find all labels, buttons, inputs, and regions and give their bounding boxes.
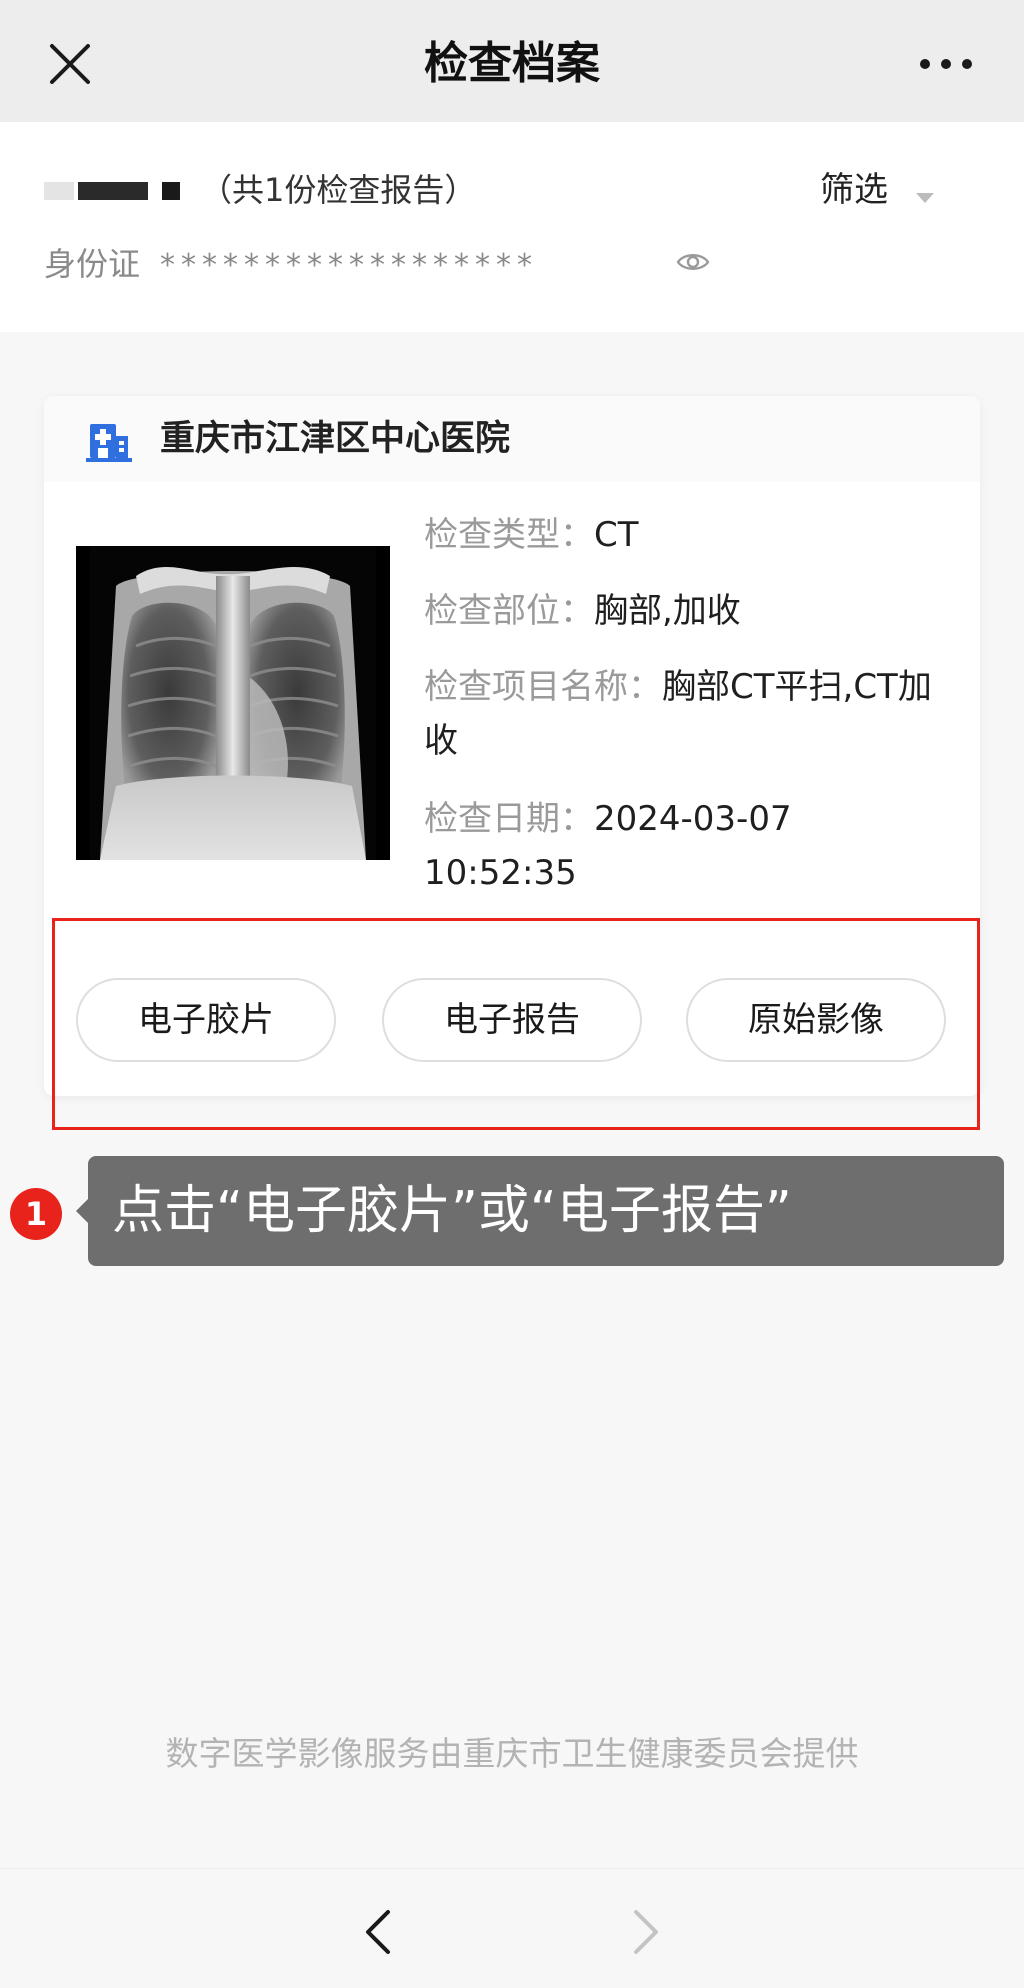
eye-icon[interactable]	[676, 248, 710, 276]
hospital-name: 重庆市江津区中心医院	[160, 419, 511, 459]
electronic-film-button[interactable]: 电子胶片	[76, 978, 336, 1062]
patient-info-panel	[0, 122, 1024, 332]
exam-date-row: 检查日期：2024-03-07 10:52:35	[424, 792, 954, 900]
card-header: 重庆市江津区中心医院	[44, 396, 980, 482]
page-title: 检查档案	[424, 38, 600, 89]
instruction-text: 点击“电子胶片”或“电子报告”	[112, 1181, 792, 1241]
id-label: 身份证	[44, 245, 141, 283]
chevron-down-icon[interactable]	[916, 193, 934, 203]
exam-type-value: CT	[594, 515, 639, 555]
exam-part-label: 检查部位：	[424, 591, 594, 631]
instruction-tooltip: 点击“电子胶片”或“电子报告”	[76, 1156, 1004, 1266]
original-image-button[interactable]: 原始影像	[686, 978, 946, 1062]
step-badge: 1	[10, 1188, 62, 1240]
exam-type-label: 检查类型：	[424, 515, 594, 555]
exam-item-label: 检查项目名称：	[424, 667, 662, 707]
provider-note: 数字医学影像服务由重庆市卫生健康委员会提供	[165, 1734, 859, 1773]
forward-button[interactable]	[628, 1906, 664, 1958]
patient-name-redacted	[44, 180, 184, 202]
filter-button[interactable]: 筛选	[820, 168, 888, 212]
electronic-report-button[interactable]: 电子报告	[382, 978, 642, 1062]
chevron-left-icon	[366, 1910, 390, 1954]
chevron-right-icon	[634, 1910, 658, 1954]
exam-part-value: 胸部,加收	[594, 591, 741, 631]
id-number-masked: ******************	[160, 248, 538, 283]
back-button[interactable]	[360, 1906, 396, 1958]
exam-type-row: 检查类型：CT	[424, 508, 954, 562]
exam-part-row: 检查部位：胸部,加收	[424, 584, 954, 638]
hospital-icon	[86, 420, 132, 462]
bottom-nav-bar	[0, 1868, 1024, 1988]
exam-date-label: 检查日期：	[424, 799, 594, 839]
exam-item-row: 检查项目名称：胸部CT平扫,CT加收	[424, 660, 954, 768]
more-button[interactable]	[920, 50, 972, 78]
report-count: （共1份检查报告）	[200, 171, 477, 209]
chest-xray-thumbnail[interactable]	[76, 546, 390, 860]
nav-bar: 检查档案	[0, 0, 1024, 122]
more-icon	[920, 59, 930, 69]
